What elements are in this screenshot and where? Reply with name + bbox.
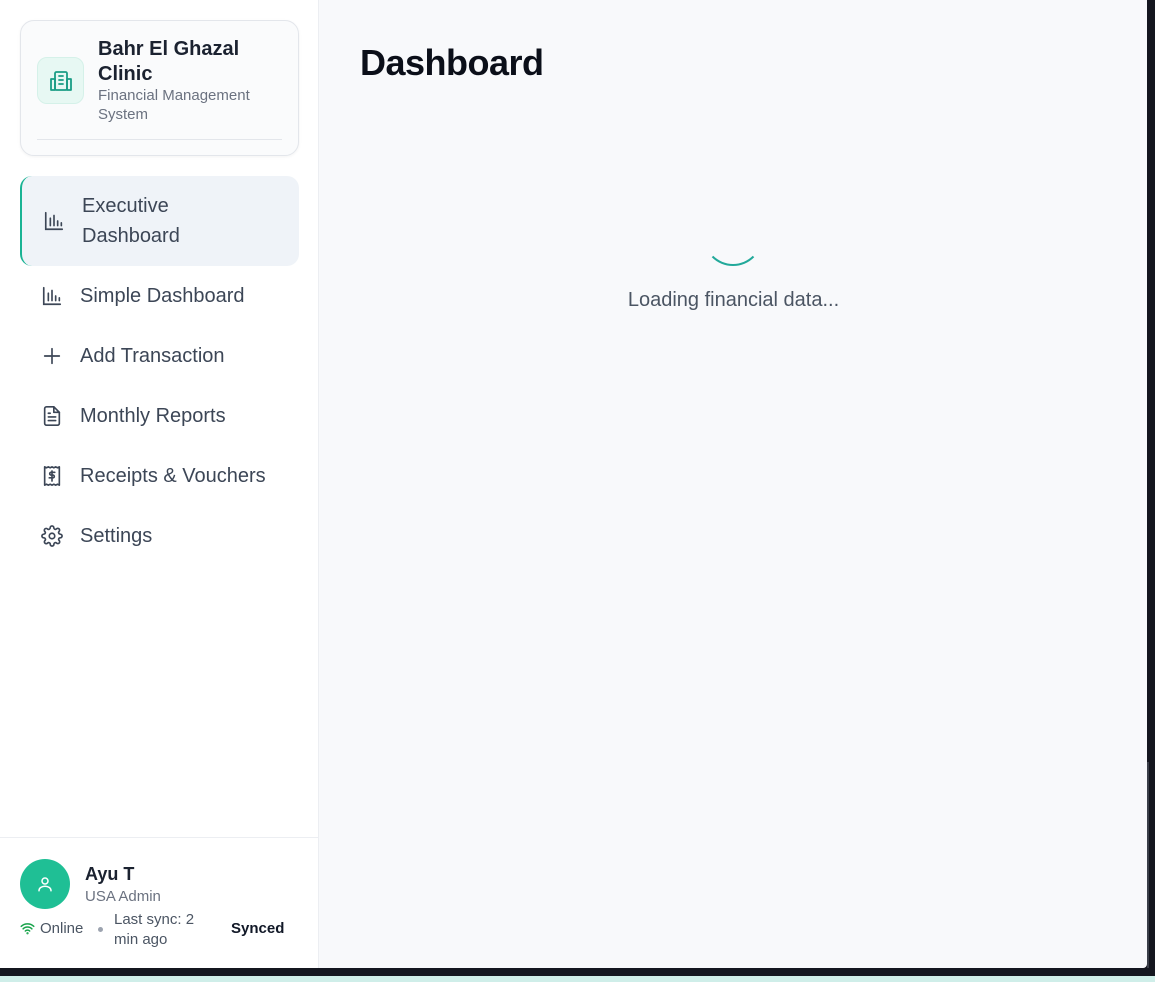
sidebar-item-add-transaction[interactable]: Add Transaction [20, 326, 299, 386]
avatar[interactable] [20, 859, 70, 909]
sidebar-item-label: Monthly Reports [80, 404, 226, 427]
plus-icon [40, 344, 64, 368]
wifi-icon [20, 921, 35, 936]
bar-chart-icon [42, 209, 66, 233]
building-icon [37, 57, 84, 104]
clinic-subtitle: Financial Management System [98, 87, 250, 123]
brand-divider [37, 139, 282, 140]
sidebar-item-receipts-vouchers[interactable]: Receipts & Vouchers [20, 446, 299, 506]
loading-spinner [703, 206, 763, 266]
sidebar-item-monthly-reports[interactable]: Monthly Reports [20, 386, 299, 446]
connection-label: Online [40, 920, 84, 937]
sidebar-item-label: Executive Dashboard [82, 195, 180, 247]
receipt-icon [40, 464, 64, 488]
scrollbar[interactable] [1147, 762, 1149, 968]
gear-icon [40, 524, 64, 548]
connection-status: Online [20, 920, 83, 937]
sidebar-item-label: Add Transaction [80, 344, 225, 367]
user-role: USA Admin [85, 888, 161, 905]
sidebar-nav: Executive Dashboard Simple Dashboard Add… [20, 176, 299, 566]
last-sync: Last sync: 2 min ago [114, 911, 195, 948]
app-window: Bahr El Ghazal Clinic Financial Manageme… [0, 0, 1147, 968]
sync-status: Online Last sync: 2 min ago Synced [20, 911, 299, 958]
sidebar-item-executive-dashboard[interactable]: Executive Dashboard [20, 176, 299, 266]
sidebar-item-label: Receipts & Vouchers [80, 464, 266, 487]
sidebar-footer: Ayu T USA Admin Online Last sync: 2 min … [0, 837, 319, 968]
file-text-icon [40, 404, 64, 428]
sidebar-item-label: Settings [80, 524, 153, 547]
page-title: Dashboard [360, 42, 544, 83]
user-name: Ayu T [85, 864, 135, 884]
sync-state: Synced [231, 920, 285, 937]
sidebar: Bahr El Ghazal Clinic Financial Manageme… [0, 0, 319, 968]
clinic-name: Bahr El Ghazal Clinic [98, 38, 240, 85]
loading-message: Loading financial data... [627, 289, 840, 311]
brand-card: Bahr El Ghazal Clinic Financial Manageme… [20, 20, 299, 156]
separator-dot [98, 927, 103, 932]
sidebar-item-settings[interactable]: Settings [20, 506, 299, 566]
user-icon [38, 877, 52, 892]
